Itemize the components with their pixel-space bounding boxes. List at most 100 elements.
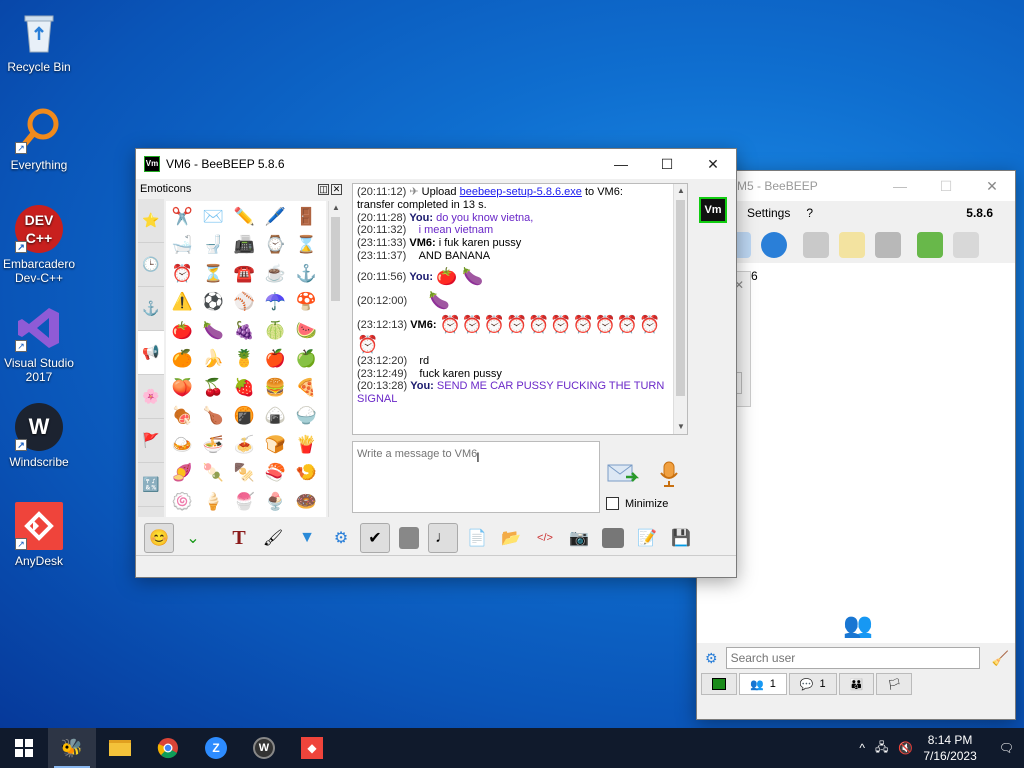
tab-users[interactable]: 👥 1: [739, 673, 787, 695]
minimize-checkbox-row[interactable]: Minimize: [606, 497, 668, 510]
desktop-icon-everything[interactable]: ↗ Everything: [0, 106, 78, 172]
emoticon-cell[interactable]: 🍞: [260, 430, 291, 459]
emoticon-cell[interactable]: 🍧: [229, 487, 260, 516]
color-picker-button[interactable]: 🖌: [258, 523, 288, 553]
emoticon-cell[interactable]: 🍘: [229, 402, 260, 431]
emoticon-cell[interactable]: 🍗: [198, 402, 229, 431]
menu-settings[interactable]: Settings: [747, 206, 790, 220]
category-clock[interactable]: 🕒: [138, 243, 164, 287]
emoticon-cell[interactable]: 🍥: [167, 487, 198, 516]
desktop-icon-visual-studio[interactable]: ↗ Visual Studio 2017: [0, 304, 78, 384]
vm5-maximize-button[interactable]: ☐: [923, 171, 969, 201]
spell-check-button[interactable]: ✔: [360, 523, 390, 553]
emoticon-cell[interactable]: 🍢: [229, 459, 260, 488]
chevron-up-icon[interactable]: ^: [859, 741, 865, 755]
emoticon-cell[interactable]: 🍑: [167, 373, 198, 402]
scroll-up-icon[interactable]: ▲: [329, 201, 343, 215]
send-button[interactable]: [606, 459, 640, 489]
tab-chats[interactable]: 💬 1: [788, 673, 837, 695]
vm6-titlebar[interactable]: Vm VM6 - BeeBEEP 5.8.6 — ☐ ✕: [136, 149, 736, 179]
chat-scrollbar[interactable]: ▲ ▼: [673, 184, 687, 434]
music-note-button[interactable]: ♩: [428, 523, 458, 553]
taskbar-anydesk[interactable]: ◆: [288, 728, 336, 768]
emoticon-cell[interactable]: 🍖: [167, 402, 198, 431]
tools-icon[interactable]: [874, 232, 901, 258]
emoticon-cell[interactable]: 🍡: [198, 459, 229, 488]
emoticon-cell[interactable]: 🖊️: [260, 202, 291, 231]
category-symbols[interactable]: 🔣: [138, 463, 164, 507]
start-button[interactable]: [0, 728, 48, 768]
emoticon-cell[interactable]: ☎️: [229, 259, 260, 288]
emoticon-cell[interactable]: 🍏: [291, 345, 322, 374]
float-panel-icon[interactable]: ◫: [318, 183, 329, 195]
emoticon-cell[interactable]: 🍤: [291, 459, 322, 488]
emoticon-cell[interactable]: ✏️: [229, 202, 260, 231]
note-icon[interactable]: [838, 232, 865, 258]
vm6-minimize-button[interactable]: —: [598, 149, 644, 179]
emoticon-cell[interactable]: 🍌: [198, 345, 229, 374]
taskbar-beebeep[interactable]: 🐝: [48, 728, 96, 768]
update-icon[interactable]: [916, 232, 943, 258]
category-star[interactable]: ⭐: [138, 199, 164, 243]
scroll-thumb[interactable]: [676, 200, 685, 396]
settings-gear-button[interactable]: ⚙: [326, 523, 356, 553]
window-button[interactable]: [602, 528, 624, 548]
taskbar-windscribe[interactable]: W: [240, 728, 288, 768]
emoticon-cell[interactable]: 📠: [229, 231, 260, 260]
broom-icon[interactable]: 🧹: [992, 650, 1009, 667]
emoticon-cell[interactable]: 🍩: [291, 487, 322, 516]
emoticon-cell[interactable]: 🍠: [167, 459, 198, 488]
emoticon-cell[interactable]: 🍊: [167, 345, 198, 374]
emoticon-cell[interactable]: 🍄: [291, 288, 322, 317]
scroll-down-icon[interactable]: ▼: [674, 420, 687, 434]
bee-icon[interactable]: ⌄: [178, 523, 208, 553]
close-panel-icon[interactable]: ✕: [331, 183, 342, 195]
vm5-close-button[interactable]: ✕: [969, 171, 1015, 201]
emoticon-cell[interactable]: 🍚: [291, 402, 322, 431]
emoticon-cell[interactable]: 🍦: [198, 487, 229, 516]
taskbar-chrome[interactable]: [144, 728, 192, 768]
emoticon-cell[interactable]: 🍓: [229, 373, 260, 402]
emoticon-cell[interactable]: ⚓: [291, 259, 322, 288]
book-button[interactable]: [399, 527, 419, 549]
category-flag[interactable]: 🚩: [138, 419, 164, 463]
scroll-up-icon[interactable]: ▲: [674, 184, 687, 198]
emoticon-cell[interactable]: ⌛: [291, 231, 322, 260]
vm6-close-button[interactable]: ✕: [690, 149, 736, 179]
volume-muted-icon[interactable]: 🔇: [898, 741, 913, 755]
emoticon-cell[interactable]: 🍆: [198, 316, 229, 345]
vm5-titlebar[interactable]: VM5 - BeeBEEP — ☐ ✕: [697, 171, 1015, 201]
emoticon-cell[interactable]: 🍒: [198, 373, 229, 402]
emoticon-cell[interactable]: ⌚: [260, 231, 291, 260]
vm5-minimize-button[interactable]: —: [877, 171, 923, 201]
emoticon-cell[interactable]: 🍎: [260, 345, 291, 374]
notes-button[interactable]: 📝: [632, 523, 662, 553]
tab-flags[interactable]: 🏳: [876, 673, 913, 695]
category-megaphone[interactable]: 📢: [138, 331, 164, 375]
html-code-button[interactable]: </>: [530, 523, 560, 553]
filter-button[interactable]: ▼: [292, 523, 322, 553]
desktop-icon-anydesk[interactable]: ↗ AnyDesk: [0, 502, 78, 568]
emoticons-toggle-button[interactable]: 😊: [144, 523, 174, 553]
emoticon-cell[interactable]: ✂️: [167, 202, 198, 231]
emoticon-cell[interactable]: 🚽: [198, 231, 229, 260]
emoticon-cell[interactable]: 🍙: [260, 402, 291, 431]
emoticon-cell[interactable]: ☕: [260, 259, 291, 288]
scroll-thumb[interactable]: [331, 217, 340, 301]
emoticon-cell[interactable]: 🍍: [229, 345, 260, 374]
category-flower[interactable]: 🌸: [138, 375, 164, 419]
beebeep-vm5-window[interactable]: VM5 - BeeBEEP — ☐ ✕ Settings ? 5.8.6 ▼ 6…: [696, 170, 1016, 720]
emoticon-cell[interactable]: ⏳: [198, 259, 229, 288]
voice-message-button[interactable]: [654, 459, 684, 489]
send-file-button[interactable]: 📄: [462, 523, 492, 553]
taskbar-file-explorer[interactable]: [96, 728, 144, 768]
search-user-input[interactable]: [725, 647, 980, 669]
minimize-checkbox[interactable]: [606, 497, 619, 510]
network-icon[interactable]: 🖧: [875, 738, 888, 759]
emoticon-cell[interactable]: 🍈: [260, 316, 291, 345]
emoticon-cell[interactable]: 🍔: [260, 373, 291, 402]
desktop-icon-devcpp[interactable]: DEV C++ ↗ Embarcadero Dev-C++: [0, 205, 78, 285]
network-icon[interactable]: [760, 232, 787, 258]
tab-chip[interactable]: [701, 673, 737, 695]
emoticon-cell[interactable]: ✉️: [198, 202, 229, 231]
